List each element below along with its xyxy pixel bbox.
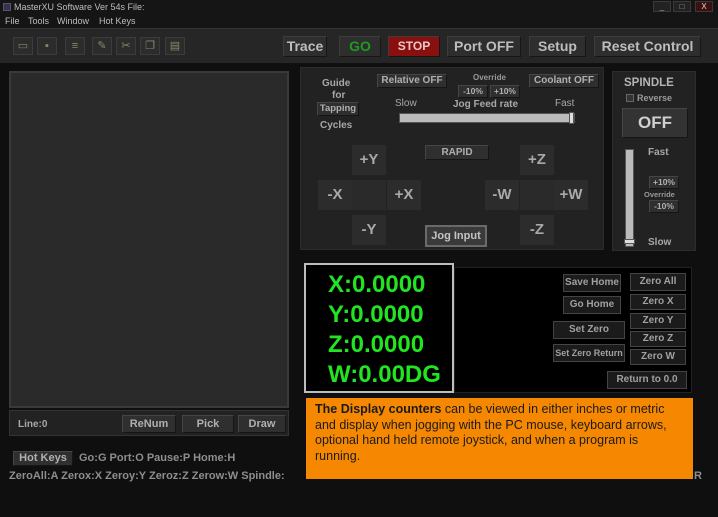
slow-label: Slow <box>395 98 417 109</box>
set-zero-button[interactable]: Set Zero <box>553 321 625 339</box>
jog-input-button[interactable]: Jog Input <box>425 225 487 247</box>
zero-w-button[interactable]: Zero W <box>630 349 686 365</box>
feed-slider[interactable] <box>399 112 575 124</box>
menu-file[interactable]: File <box>5 14 20 28</box>
spindle-override-label: Override <box>644 190 675 199</box>
hotkeys-line-1: Go:G Port:O Pause:P Home:H <box>79 452 236 464</box>
jog-panel: Guide for Tapping Cycles Relative OFF Ov… <box>300 67 604 250</box>
reverse-label: Reverse <box>637 93 673 103</box>
maximize-button[interactable]: □ <box>673 1 691 12</box>
cut-icon[interactable]: ✂ <box>116 37 136 55</box>
return-to-zero-button[interactable]: Return to 0.0 <box>607 371 687 389</box>
zero-y-button[interactable]: Zero Y <box>630 313 686 329</box>
dro-w-value: W:0.00DG <box>328 361 441 388</box>
override-label: Override <box>473 73 506 82</box>
save-icon[interactable]: ▪ <box>37 37 57 55</box>
jog-minus-y-button[interactable]: -Y <box>352 215 386 245</box>
toolbar: ▭ ▪ ≡ ✎ ✂ ❐ ▤ Trace GO STOP Port OFF Set… <box>0 28 718 64</box>
menu-tools[interactable]: Tools <box>28 14 49 28</box>
zero-all-button[interactable]: Zero All <box>630 273 686 291</box>
renum-button[interactable]: ReNum <box>122 415 176 433</box>
minimize-button[interactable]: _ <box>653 1 671 12</box>
port-button[interactable]: Port OFF <box>447 36 521 57</box>
reverse-checkbox[interactable] <box>626 94 634 102</box>
spindle-slider-thumb[interactable] <box>624 239 635 244</box>
paste-icon[interactable]: ▤ <box>165 37 185 55</box>
hotkeys-line-2: ZeroAll:A Zerox:X Zeroy:Y Zeroz:Z Zerow:… <box>9 470 285 482</box>
trace-button[interactable]: Trace <box>283 36 327 57</box>
jog-feed-label: Jog Feed rate <box>453 99 519 110</box>
coolant-button[interactable]: Coolant OFF <box>529 74 599 88</box>
app-icon <box>3 3 11 11</box>
title-bar: MasterXU Software Ver 54s File: _ □ X <box>0 0 718 14</box>
dro-x-value: X:0.0000 <box>328 271 426 298</box>
setup-button[interactable]: Setup <box>529 36 586 57</box>
feed-plus-button[interactable]: +10% <box>490 85 520 98</box>
dro-y-value: Y:0.0000 <box>328 301 424 328</box>
stop-button[interactable]: STOP <box>388 36 440 57</box>
reset-control-button[interactable]: Reset Control <box>594 36 701 57</box>
go-button[interactable]: GO <box>339 36 381 57</box>
rapid-button[interactable]: RAPID <box>425 145 489 160</box>
line-counter: Line:0 <box>18 419 48 430</box>
callout-heading: The Display counters <box>315 402 442 416</box>
print-icon[interactable]: ≡ <box>65 37 85 55</box>
jog-minus-x-button[interactable]: -X <box>318 180 352 210</box>
for-label: for <box>332 90 346 101</box>
copy-icon[interactable]: ❐ <box>140 37 160 55</box>
jog-minus-w-button[interactable]: -W <box>485 180 519 210</box>
menu-window[interactable]: Window <box>57 14 89 28</box>
info-callout: The Display counters can be viewed in ei… <box>306 398 693 479</box>
feed-minus-button[interactable]: -10% <box>458 85 488 98</box>
jog-plus-y-button[interactable]: +Y <box>352 145 386 175</box>
go-home-button[interactable]: Go Home <box>563 296 621 314</box>
spindle-panel: SPINDLE Reverse OFF Fast +10% Override -… <box>612 71 696 251</box>
spindle-slow-label: Slow <box>648 237 672 248</box>
fast-label: Fast <box>555 98 575 109</box>
dro-controls: Save Home Go Home Set Zero Set Zero Retu… <box>454 267 692 393</box>
close-button[interactable]: X <box>695 1 713 12</box>
draw-button[interactable]: Draw <box>238 415 286 433</box>
spindle-plus-button[interactable]: +10% <box>649 176 679 189</box>
hotkeys-trail: R <box>694 470 702 482</box>
editor-footer: Line:0 ReNum Pick Draw <box>9 410 289 436</box>
guide-label: Guide <box>322 78 351 89</box>
relative-button[interactable]: Relative OFF <box>377 74 447 88</box>
spindle-fast-label: Fast <box>648 147 669 158</box>
menu-hot-keys[interactable]: Hot Keys <box>99 14 136 28</box>
pick-button[interactable]: Pick <box>182 415 234 433</box>
zero-x-button[interactable]: Zero X <box>630 294 686 310</box>
menu-bar: File Tools Window Hot Keys <box>0 14 718 28</box>
jog-minus-z-button[interactable]: -Z <box>520 215 554 245</box>
open-icon[interactable]: ▭ <box>13 37 33 55</box>
cycles-label: Cycles <box>320 120 353 131</box>
save-home-button[interactable]: Save Home <box>563 274 621 292</box>
zero-z-button[interactable]: Zero Z <box>630 331 686 347</box>
spindle-speed-slider[interactable] <box>624 149 635 247</box>
feed-slider-thumb[interactable] <box>569 112 574 124</box>
spindle-off-button[interactable]: OFF <box>622 108 688 138</box>
spindle-minus-button[interactable]: -10% <box>649 200 679 213</box>
set-zero-return-button[interactable]: Set Zero Return <box>553 344 625 362</box>
spindle-title: SPINDLE <box>624 77 674 89</box>
jog-plus-z-button[interactable]: +Z <box>520 145 554 175</box>
dro-z-value: Z:0.0000 <box>328 331 425 358</box>
tapping-button[interactable]: Tapping <box>317 102 359 116</box>
dro-display: X:0.0000 Y:0.0000 Z:0.0000 W:0.00DG <box>304 263 454 393</box>
jog-center-zw <box>520 180 554 210</box>
edit-icon[interactable]: ✎ <box>92 37 112 55</box>
hot-keys-button[interactable]: Hot Keys <box>13 451 73 466</box>
jog-plus-x-button[interactable]: +X <box>387 180 421 210</box>
window-title: MasterXU Software Ver 54s File: <box>14 2 145 12</box>
jog-center-xy <box>352 180 386 210</box>
jog-plus-w-button[interactable]: +W <box>554 180 588 210</box>
gcode-editor[interactable] <box>9 71 289 408</box>
